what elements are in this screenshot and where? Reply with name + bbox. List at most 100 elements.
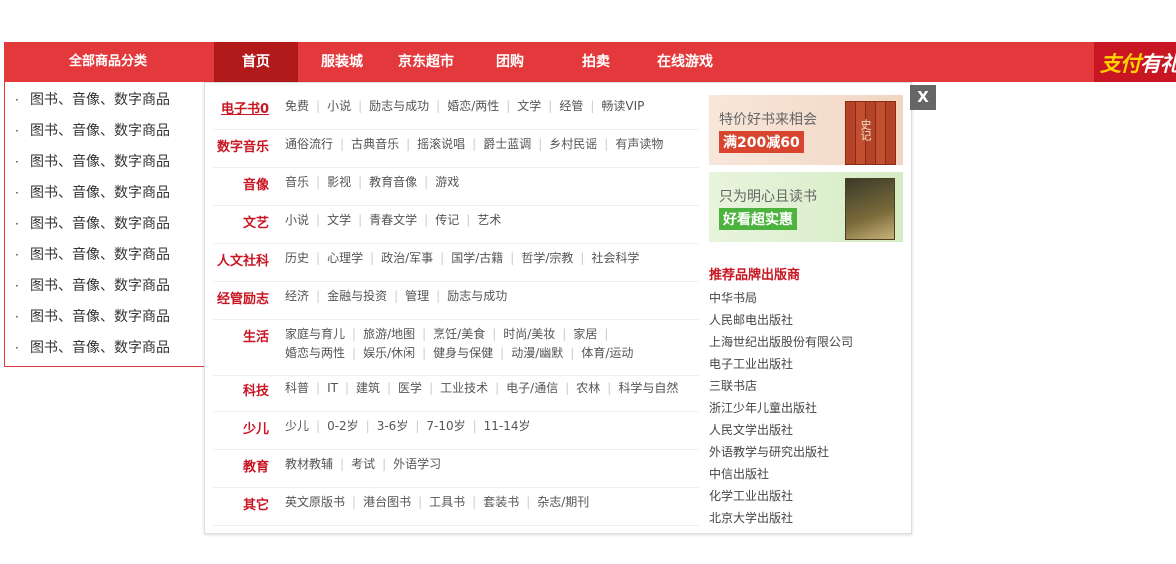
subcategory-link[interactable]: 管理 bbox=[405, 289, 429, 303]
category-item[interactable]: · 图书、音像、数字商品 bbox=[5, 240, 205, 271]
nav-item-clothing[interactable]: 服装城 bbox=[302, 42, 382, 82]
publisher-link[interactable]: 北京大学出版社 bbox=[709, 509, 793, 526]
subcategory-link[interactable]: 免费 bbox=[285, 99, 309, 113]
category-item[interactable]: · 图书、音像、数字商品 bbox=[5, 85, 205, 116]
category-item[interactable]: · 图书、音像、数字商品 bbox=[5, 333, 205, 364]
category-item[interactable]: · 图书、音像、数字商品 bbox=[5, 178, 205, 209]
subcategory-link[interactable]: 传记 bbox=[435, 213, 459, 227]
subcategory-link[interactable]: 文学 bbox=[327, 213, 351, 227]
subcategory-link[interactable]: 健身与保健 bbox=[433, 346, 493, 360]
subcategory-link[interactable]: 动漫/幽默 bbox=[511, 346, 563, 360]
nav-item-supermarket[interactable]: 京东超市 bbox=[386, 42, 466, 82]
publisher-link[interactable]: 人民文学出版社 bbox=[709, 421, 793, 438]
subcategory-link[interactable]: 旅游/地图 bbox=[363, 327, 415, 341]
subcategory-title[interactable]: 数字音乐 bbox=[207, 136, 269, 155]
publisher-link[interactable]: 电子工业出版社 bbox=[709, 355, 793, 372]
publisher-link[interactable]: 浙江少年儿童出版社 bbox=[709, 399, 817, 416]
subcategory-link[interactable]: 家居 bbox=[573, 327, 597, 341]
subcategory-link[interactable]: 11-14岁 bbox=[484, 419, 531, 433]
subcategory-link[interactable]: 通俗流行 bbox=[285, 137, 333, 151]
subcategory-link[interactable]: 经管 bbox=[559, 99, 583, 113]
subcategory-link[interactable]: 工具书 bbox=[429, 495, 465, 509]
subcategory-title[interactable]: 科技 bbox=[207, 380, 269, 399]
subcategory-link[interactable]: 烹饪/美食 bbox=[433, 327, 485, 341]
publisher-link[interactable]: 中信出版社 bbox=[709, 465, 769, 482]
subcategory-link[interactable]: 历史 bbox=[285, 251, 309, 265]
subcategory-link[interactable]: 家庭与育儿 bbox=[285, 327, 345, 341]
subcategory-link[interactable]: 7-10岁 bbox=[426, 419, 465, 433]
subcategory-link[interactable]: IT bbox=[327, 381, 338, 395]
subcategory-link[interactable]: 爵士蓝调 bbox=[483, 137, 531, 151]
nav-item-online-games[interactable]: 在线游戏 bbox=[640, 42, 730, 82]
subcategory-link[interactable]: 游戏 bbox=[435, 175, 459, 189]
subcategory-link[interactable]: 考试 bbox=[351, 457, 375, 471]
close-button[interactable]: X bbox=[910, 85, 936, 110]
publisher-link[interactable]: 中华书局 bbox=[709, 289, 757, 306]
subcategory-link[interactable]: 哲学/宗教 bbox=[521, 251, 573, 265]
subcategory-title[interactable]: 其它 bbox=[207, 494, 269, 513]
subcategory-link[interactable]: 古典音乐 bbox=[351, 137, 399, 151]
subcategory-link[interactable]: 建筑 bbox=[356, 381, 380, 395]
subcategory-link[interactable]: 医学 bbox=[398, 381, 422, 395]
subcategory-link[interactable]: 影视 bbox=[327, 175, 351, 189]
subcategory-link[interactable]: 婚恋/两性 bbox=[447, 99, 499, 113]
subcategory-link[interactable]: 工业技术 bbox=[440, 381, 488, 395]
publisher-link[interactable]: 人民邮电出版社 bbox=[709, 311, 793, 328]
category-item[interactable]: · 图书、音像、数字商品 bbox=[5, 147, 205, 178]
subcategory-link[interactable]: 小说 bbox=[327, 99, 351, 113]
category-item[interactable]: · 图书、音像、数字商品 bbox=[5, 209, 205, 240]
subcategory-link[interactable]: 电子/通信 bbox=[506, 381, 558, 395]
subcategory-link[interactable]: 科普 bbox=[285, 381, 309, 395]
subcategory-title[interactable]: 文艺 bbox=[207, 212, 269, 231]
subcategory-link[interactable]: 社会科学 bbox=[591, 251, 639, 265]
subcategory-link[interactable]: 娱乐/休闲 bbox=[363, 346, 415, 360]
subcategory-link[interactable]: 婚恋与两性 bbox=[285, 346, 345, 360]
publisher-link[interactable]: 化学工业出版社 bbox=[709, 487, 793, 504]
nav-item-auction[interactable]: 拍卖 bbox=[556, 42, 636, 82]
subcategory-link[interactable]: 0-2岁 bbox=[327, 419, 359, 433]
nav-item-home[interactable]: 首页 bbox=[214, 42, 298, 82]
subcategory-link[interactable]: 少儿 bbox=[285, 419, 309, 433]
subcategory-link[interactable]: 国学/古籍 bbox=[451, 251, 503, 265]
nav-item-groupbuy[interactable]: 团购 bbox=[470, 42, 550, 82]
subcategory-link[interactable]: 音乐 bbox=[285, 175, 309, 189]
promo-banner[interactable]: 支付有礼 bbox=[1094, 42, 1176, 82]
subcategory-link[interactable]: 时尚/美妆 bbox=[503, 327, 555, 341]
subcategory-link[interactable]: 乡村民谣 bbox=[549, 137, 597, 151]
subcategory-title[interactable]: 少儿 bbox=[207, 418, 269, 437]
category-item[interactable]: · 图书、音像、数字商品 bbox=[5, 271, 205, 302]
subcategory-title[interactable]: 电子书0 bbox=[207, 98, 269, 117]
subcategory-link[interactable]: 政治/军事 bbox=[381, 251, 433, 265]
publisher-link[interactable]: 三联书店 bbox=[709, 377, 757, 394]
subcategory-link[interactable]: 励志与成功 bbox=[369, 99, 429, 113]
subcategory-link[interactable]: 体育/运动 bbox=[581, 346, 633, 360]
subcategory-link[interactable]: 心理学 bbox=[327, 251, 363, 265]
subcategory-link[interactable]: 3-6岁 bbox=[377, 419, 409, 433]
subcategory-title[interactable]: 音像 bbox=[207, 174, 269, 193]
subcategory-link[interactable]: 励志与成功 bbox=[447, 289, 507, 303]
subcategory-link[interactable]: 艺术 bbox=[477, 213, 501, 227]
subcategory-title[interactable]: 教育 bbox=[207, 456, 269, 475]
subcategory-link[interactable]: 套装书 bbox=[483, 495, 519, 509]
subcategory-title[interactable]: 人文社科 bbox=[207, 250, 269, 269]
subcategory-link[interactable]: 农林 bbox=[576, 381, 600, 395]
category-item[interactable]: · 图书、音像、数字商品 bbox=[5, 116, 205, 147]
subcategory-link[interactable]: 教材教辅 bbox=[285, 457, 333, 471]
subcategory-link[interactable]: 摇滚说唱 bbox=[417, 137, 465, 151]
publisher-link[interactable]: 上海世纪出版股份有限公司 bbox=[709, 333, 853, 350]
subcategory-link[interactable]: 外语学习 bbox=[393, 457, 441, 471]
subcategory-link[interactable]: 科学与自然 bbox=[618, 381, 678, 395]
subcategory-link[interactable]: 文学 bbox=[517, 99, 541, 113]
subcategory-link[interactable]: 杂志/期刊 bbox=[537, 495, 589, 509]
subcategory-link[interactable]: 小说 bbox=[285, 213, 309, 227]
subcategory-link[interactable]: 英文原版书 bbox=[285, 495, 345, 509]
subcategory-link[interactable]: 经济 bbox=[285, 289, 309, 303]
subcategory-link[interactable]: 青春文学 bbox=[369, 213, 417, 227]
publisher-link[interactable]: 外语教学与研究出版社 bbox=[709, 443, 829, 460]
subcategory-link[interactable]: 畅读VIP bbox=[601, 99, 644, 113]
subcategory-title[interactable]: 经管励志 bbox=[207, 288, 269, 307]
subcategory-link[interactable]: 金融与投资 bbox=[327, 289, 387, 303]
category-item[interactable]: · 图书、音像、数字商品 bbox=[5, 302, 205, 333]
subcategory-link[interactable]: 港台图书 bbox=[363, 495, 411, 509]
promo-ad-reading[interactable]: 只为明心且读书 好看超实惠 bbox=[709, 172, 903, 242]
